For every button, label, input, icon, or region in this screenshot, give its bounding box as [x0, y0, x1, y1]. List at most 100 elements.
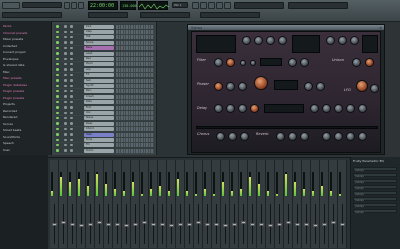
- channel-row[interactable]: Outro: [54, 148, 155, 154]
- browser-item[interactable]: User: [3, 148, 51, 152]
- volume-fader[interactable]: [312, 204, 318, 244]
- channel-button[interactable]: Chord: [84, 127, 114, 132]
- fader-handle[interactable]: [258, 222, 264, 226]
- channel-row[interactable]: Fill: [54, 142, 155, 148]
- volume-fader[interactable]: [321, 204, 327, 244]
- channel-row[interactable]: Crash: [54, 94, 155, 100]
- mixer-track[interactable]: [104, 160, 113, 248]
- fx-slot[interactable]: (none): [353, 191, 397, 196]
- mixer-track[interactable]: [311, 160, 320, 248]
- channel-mute-led[interactable]: [56, 138, 59, 142]
- browser-button[interactable]: [216, 2, 223, 9]
- channel-row[interactable]: Sub: [54, 78, 155, 83]
- phaser-knob[interactable]: [238, 82, 247, 91]
- mixer-track[interactable]: [59, 160, 68, 248]
- volume-fader[interactable]: [87, 204, 93, 244]
- browser-item[interactable]: Packs: [3, 24, 51, 28]
- operator-knob[interactable]: [278, 36, 287, 45]
- channel-mute-led[interactable]: [56, 143, 59, 147]
- master-volume[interactable]: [88, 12, 128, 18]
- tab-strip[interactable]: [200, 12, 260, 18]
- mixer-track[interactable]: [293, 160, 302, 248]
- channel-mute-led[interactable]: [56, 62, 59, 66]
- channel-button[interactable]: Clap: [84, 29, 114, 34]
- mixer-track[interactable]: [50, 160, 59, 248]
- mixer-track[interactable]: [302, 160, 311, 248]
- step-grid[interactable]: [116, 46, 154, 51]
- mixer-track[interactable]: [203, 160, 212, 248]
- step-grid[interactable]: [116, 105, 154, 110]
- volume-knob[interactable]: [70, 30, 73, 34]
- step-grid[interactable]: [116, 83, 154, 88]
- volume-fader[interactable]: [168, 204, 174, 244]
- step-grid[interactable]: [116, 35, 154, 40]
- channel-row[interactable]: Clap: [54, 29, 155, 35]
- browser-item[interactable]: Collected: [3, 44, 51, 48]
- volume-fader[interactable]: [141, 204, 147, 244]
- fader-handle[interactable]: [222, 224, 228, 228]
- volume-fader[interactable]: [339, 204, 345, 244]
- browser-item[interactable]: Soundfonts: [3, 135, 51, 139]
- mixer-track[interactable]: [140, 160, 149, 248]
- master-knob[interactable]: [254, 76, 268, 90]
- stop-button[interactable]: [71, 2, 77, 9]
- mixer-track[interactable]: [176, 160, 185, 248]
- reverb-knob[interactable]: [322, 104, 331, 113]
- mixer-track[interactable]: [149, 160, 158, 248]
- volume-fader[interactable]: [285, 204, 291, 244]
- chorus-knob[interactable]: [240, 132, 249, 141]
- channel-button[interactable]: Riser: [84, 121, 114, 126]
- pan-knob[interactable]: [64, 100, 67, 104]
- browser-item[interactable]: Channel presets: [3, 31, 51, 35]
- step-grid[interactable]: [116, 67, 154, 72]
- channel-mute-led[interactable]: [56, 100, 59, 104]
- channel-row[interactable]: Tom: [54, 105, 155, 110]
- fader-handle[interactable]: [285, 220, 291, 224]
- browser-item[interactable]: Sliced beats: [3, 128, 51, 132]
- channel-mute-led[interactable]: [56, 57, 59, 61]
- filter-type-display[interactable]: [260, 58, 282, 66]
- volume-knob[interactable]: [70, 100, 73, 104]
- volume-fader[interactable]: [114, 204, 120, 244]
- channel-row[interactable]: Kick: [54, 24, 155, 29]
- fader-handle[interactable]: [141, 220, 147, 224]
- volume-knob[interactable]: [70, 57, 73, 61]
- volume-knob[interactable]: [70, 73, 73, 77]
- unison-knob[interactable]: [352, 58, 361, 67]
- volume-knob[interactable]: [70, 127, 73, 131]
- browser-item[interactable]: Envelopes: [3, 57, 51, 61]
- browser-item[interactable]: Plugin presets: [3, 89, 51, 93]
- channel-mute-led[interactable]: [56, 89, 59, 93]
- volume-fader[interactable]: [231, 204, 237, 244]
- pan-knob[interactable]: [64, 73, 67, 77]
- fader-handle[interactable]: [132, 222, 138, 226]
- mixer-track[interactable]: [338, 160, 347, 248]
- step-grid[interactable]: [116, 143, 154, 148]
- phaser-knob[interactable]: [226, 82, 235, 91]
- operator-knob[interactable]: [350, 36, 359, 45]
- volume-knob[interactable]: [70, 106, 73, 109]
- volume-fader[interactable]: [204, 204, 210, 244]
- fader-handle[interactable]: [213, 222, 219, 226]
- mixer-track[interactable]: [185, 160, 194, 248]
- volume-knob[interactable]: [70, 116, 73, 120]
- volume-fader[interactable]: [186, 204, 192, 244]
- channel-mute-led[interactable]: [56, 35, 59, 39]
- tempo-display[interactable]: 130.000: [120, 1, 137, 10]
- cutoff-knob[interactable]: [214, 58, 223, 67]
- reverb-knob[interactable]: [300, 132, 309, 141]
- mixer-track[interactable]: [86, 160, 95, 248]
- pan-knob[interactable]: [64, 30, 67, 34]
- volume-fader[interactable]: [258, 204, 264, 244]
- reverb-knob[interactable]: [276, 132, 285, 141]
- file-menu-button[interactable]: [2, 2, 20, 9]
- channel-mute-led[interactable]: [56, 127, 59, 131]
- volume-knob[interactable]: [70, 41, 73, 44]
- channel-mute-led[interactable]: [56, 79, 59, 82]
- channel-button[interactable]: Sub: [84, 78, 114, 83]
- channel-row[interactable]: Noise: [54, 115, 155, 121]
- play-button[interactable]: [64, 2, 70, 9]
- browser-item[interactable]: Current project: [3, 50, 51, 54]
- step-grid[interactable]: [116, 40, 154, 45]
- fader-handle[interactable]: [204, 222, 210, 226]
